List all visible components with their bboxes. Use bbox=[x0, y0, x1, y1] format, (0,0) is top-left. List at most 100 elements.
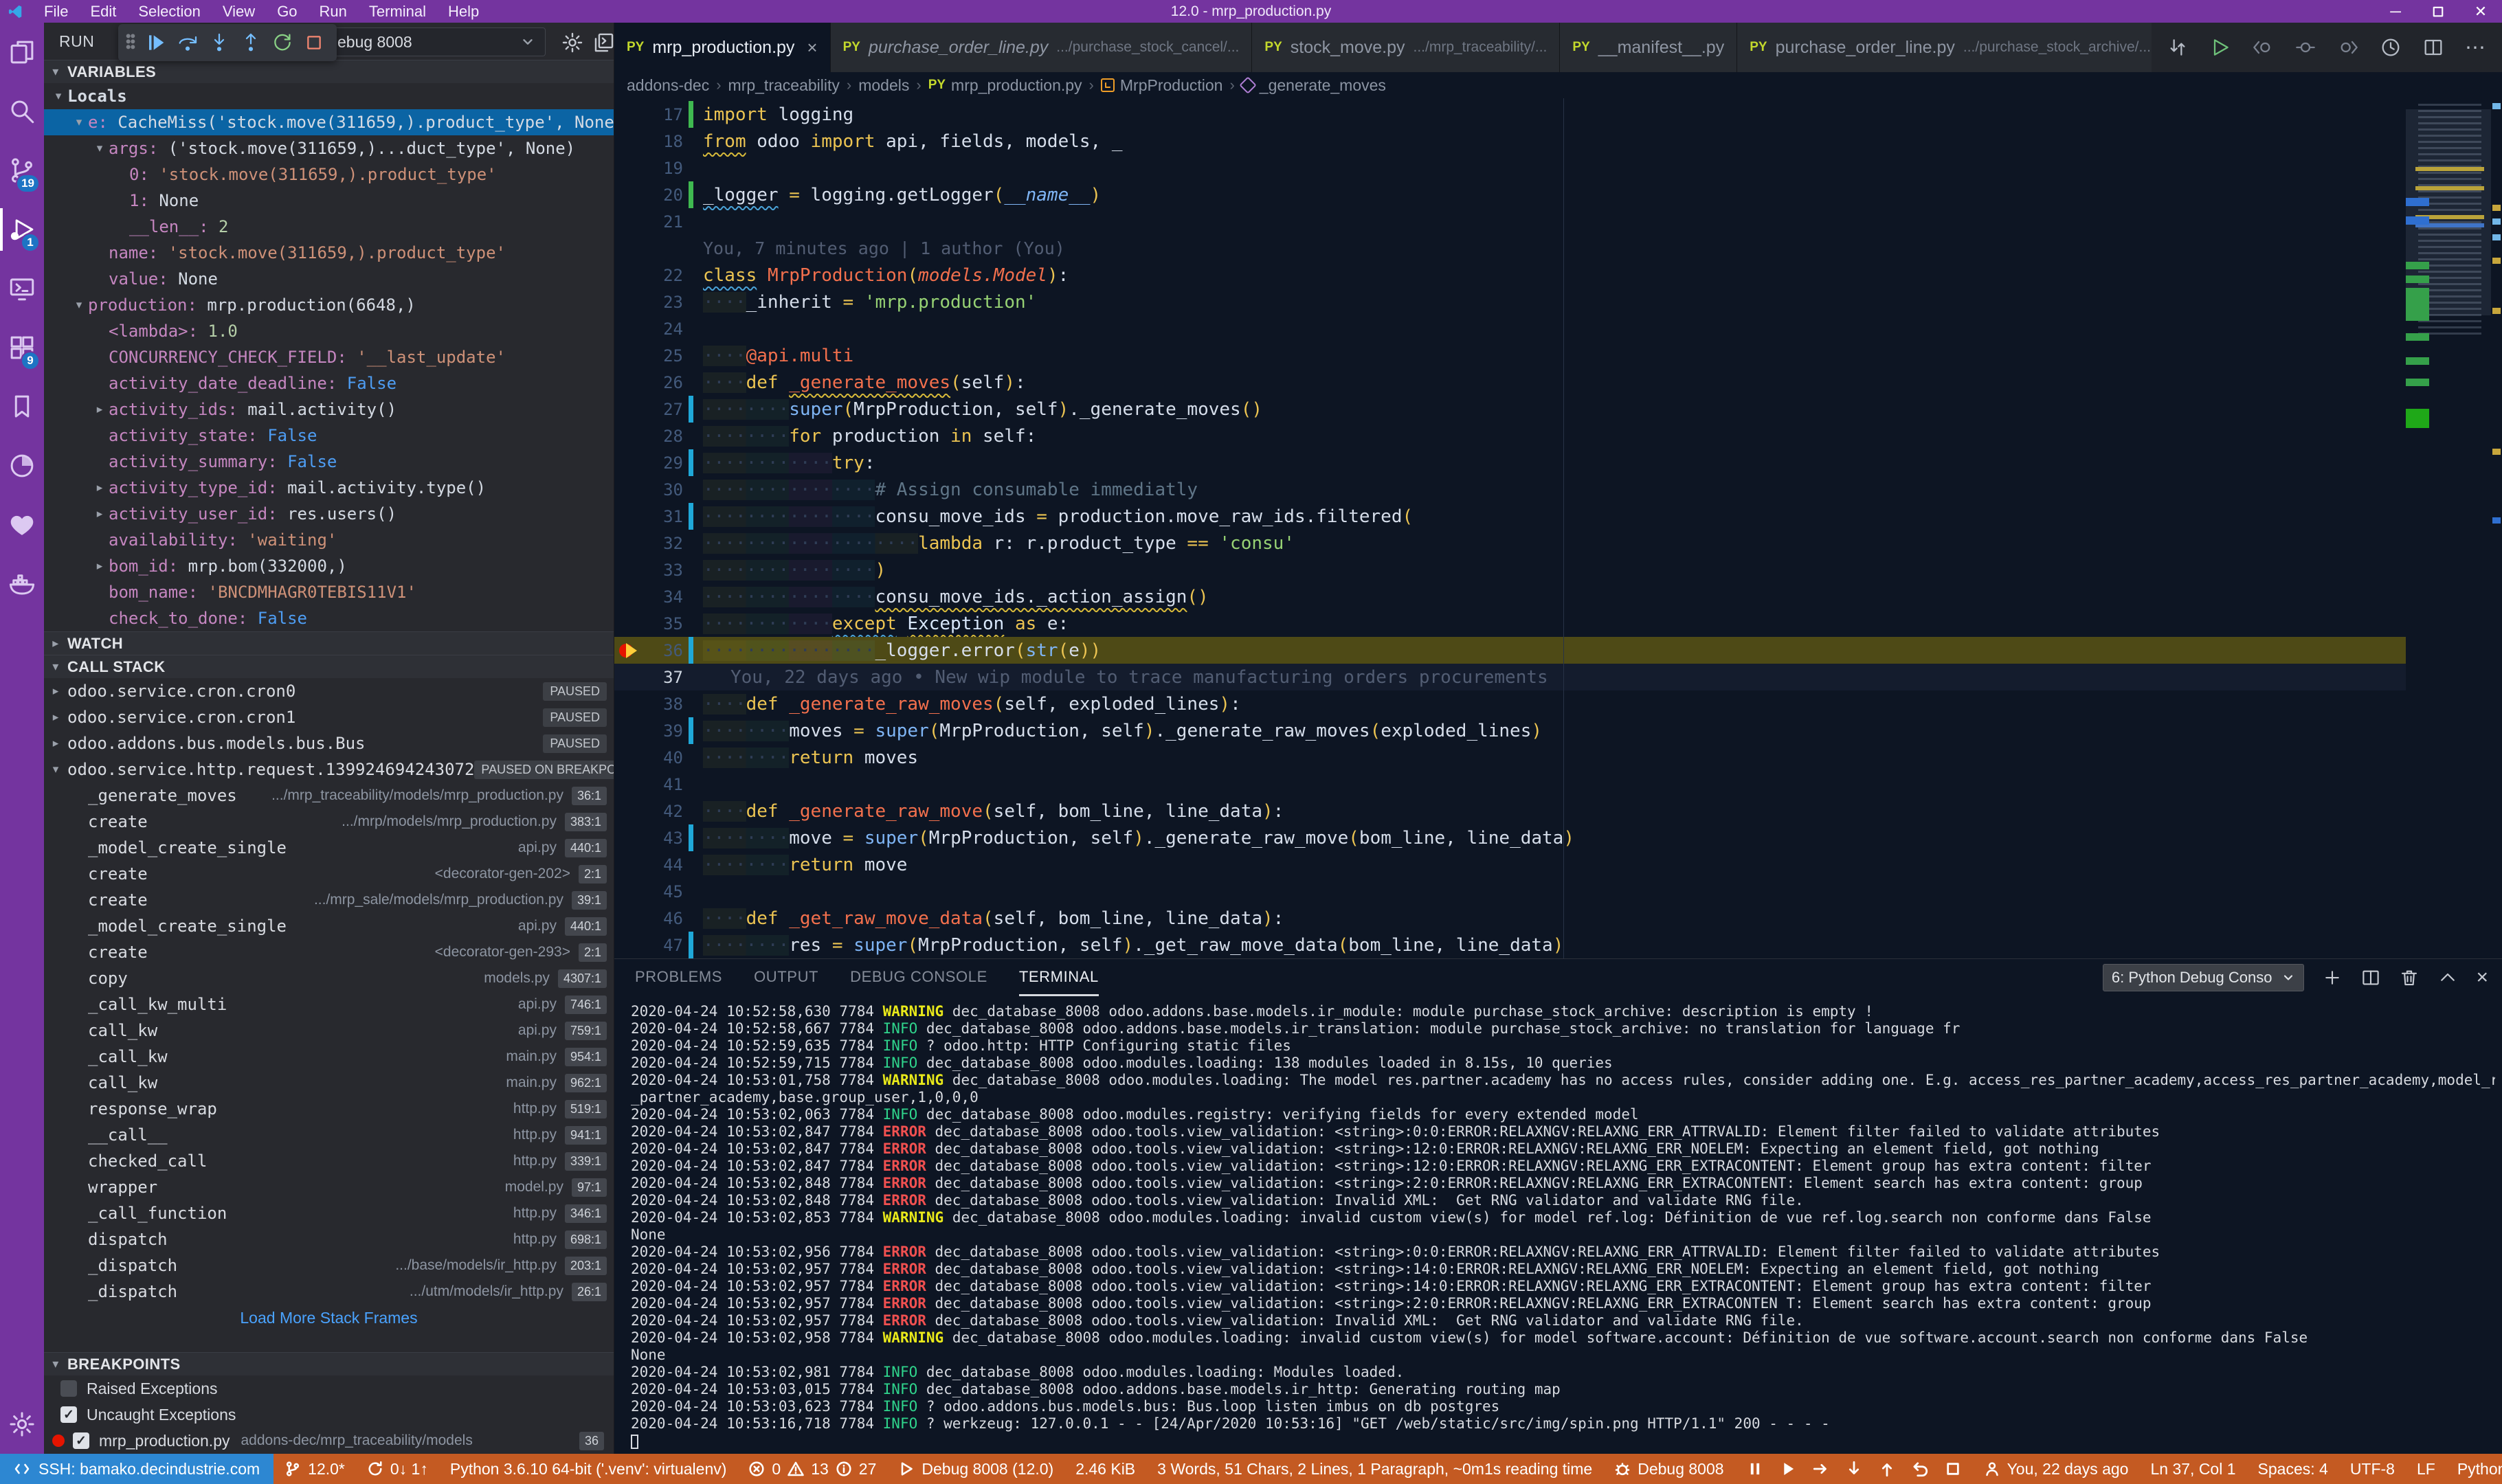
split-terminal-icon[interactable] bbox=[2360, 967, 2381, 988]
minimize-button[interactable]: ─ bbox=[2374, 0, 2417, 23]
breadcrumb-item[interactable]: addons-dec bbox=[627, 76, 709, 95]
word-count-status[interactable]: 3 Words, 51 Chars, 2 Lines, 1 Paragraph,… bbox=[1146, 1454, 1603, 1484]
step-into-button[interactable] bbox=[203, 27, 235, 58]
callstack-frame-row[interactable]: _model_create_singleapi.py440:1 bbox=[44, 835, 614, 861]
eol-status[interactable]: LF bbox=[2406, 1454, 2446, 1484]
editor-tab[interactable]: PYpurchase_order_line.py.../purchase_sto… bbox=[831, 23, 1253, 72]
docker-icon[interactable] bbox=[0, 554, 44, 614]
panel-tab-problems[interactable]: PROBLEMS bbox=[635, 959, 722, 996]
remote-indicator[interactable]: SSH: bamako.decindustrie.com bbox=[0, 1454, 273, 1484]
step-out-button[interactable] bbox=[235, 27, 267, 58]
code-line[interactable]: 39········moves = super(MrpProduction, s… bbox=[614, 717, 2502, 744]
code-line[interactable]: 35············except Exception as e: bbox=[614, 610, 2502, 637]
callstack-frame-row[interactable]: call_kwapi.py759:1 bbox=[44, 1018, 614, 1044]
editor-tab[interactable]: PY__manifest__.py bbox=[1560, 23, 1737, 72]
code-line[interactable]: 20_logger = logging.getLogger(__name__) bbox=[614, 181, 2502, 208]
callstack-frame-row[interactable]: _generate_moves.../mrp_traceability/mode… bbox=[44, 783, 614, 809]
stop-icon[interactable] bbox=[1944, 1460, 1962, 1478]
breakpoint-checkbox[interactable]: ✓ bbox=[73, 1432, 89, 1449]
code-line[interactable]: 30················# Assign consumable im… bbox=[614, 476, 2502, 503]
callstack-thread-row[interactable]: ▸odoo.addons.bus.models.bus.BusPAUSED bbox=[44, 730, 614, 756]
code-line[interactable]: 17import logging bbox=[614, 101, 2502, 128]
variable-row[interactable]: ▸activity_ids: mail.activity() bbox=[44, 396, 614, 423]
code-line[interactable]: 41 bbox=[614, 771, 2502, 798]
code-line[interactable]: 38····def _generate_raw_moves(self, expl… bbox=[614, 690, 2502, 717]
close-panel-icon[interactable]: × bbox=[2476, 967, 2488, 988]
variable-row[interactable]: <lambda>: 1.0 bbox=[44, 318, 614, 344]
panel-tab-output[interactable]: OUTPUT bbox=[754, 959, 818, 996]
editor-tab[interactable]: PYstock_move.py.../mrp_traceability/... bbox=[1252, 23, 1560, 72]
variable-row[interactable]: CONCURRENCY_CHECK_FIELD: '__last_update' bbox=[44, 344, 614, 370]
code-line[interactable]: 21 bbox=[614, 208, 2502, 235]
editor-tab[interactable]: PYpurchase_order_line.py.../purchase_sto… bbox=[1737, 23, 2152, 72]
code-line[interactable]: 47········res = super(MrpProduction, sel… bbox=[614, 932, 2502, 958]
callstack-frame-row[interactable]: _call_functionhttp.py346:1 bbox=[44, 1200, 614, 1226]
source-control-icon[interactable]: 19 bbox=[0, 141, 44, 200]
favorites-icon[interactable] bbox=[0, 495, 44, 554]
breakpoint-gutter[interactable] bbox=[614, 642, 645, 660]
code-line[interactable]: 19 bbox=[614, 155, 2502, 181]
debug-config-status[interactable]: Debug 8008 (12.0) bbox=[887, 1454, 1064, 1484]
open-debug-console-icon[interactable] bbox=[592, 31, 614, 54]
menu-selection[interactable]: Selection bbox=[129, 1, 210, 22]
continue-button[interactable] bbox=[140, 27, 172, 58]
git-branch-status[interactable]: 12.0* bbox=[273, 1454, 356, 1484]
menu-terminal[interactable]: Terminal bbox=[359, 1, 436, 22]
variable-row[interactable]: check_to_done: False bbox=[44, 605, 614, 631]
maximize-button[interactable] bbox=[2417, 0, 2459, 23]
menu-run[interactable]: Run bbox=[310, 1, 357, 22]
code-line[interactable]: 45 bbox=[614, 878, 2502, 905]
terminal-output[interactable]: 2020-04-24 10:52:58,630 7784 WARNING dec… bbox=[631, 1003, 2495, 1450]
load-more-stack-frames-link[interactable]: Load More Stack Frames bbox=[44, 1305, 614, 1331]
git-sync-status[interactable]: 0↓ 1↑ bbox=[356, 1454, 439, 1484]
variable-row[interactable]: ▾e: CacheMiss('stock.move(311659,).produ… bbox=[44, 109, 614, 135]
menu-go[interactable]: Go bbox=[267, 1, 306, 22]
callstack-frame-row[interactable]: copymodels.py4307:1 bbox=[44, 965, 614, 991]
menu-help[interactable]: Help bbox=[438, 1, 489, 22]
compare-changes-icon[interactable] bbox=[2167, 36, 2189, 58]
restart-icon[interactable] bbox=[1911, 1460, 1929, 1478]
callstack-section-header[interactable]: ▾CALL STACK bbox=[44, 655, 614, 678]
settings-gear-icon[interactable] bbox=[0, 1395, 44, 1454]
variable-row[interactable]: ▾Locals bbox=[44, 83, 614, 109]
step-over-icon[interactable] bbox=[1812, 1460, 1830, 1478]
code-line[interactable]: 36················_logger.error(str(e)) bbox=[614, 637, 2502, 664]
code-line[interactable]: 28········for production in self: bbox=[614, 423, 2502, 449]
close-button[interactable]: ✕ bbox=[2459, 0, 2502, 23]
breakpoint-checkbox[interactable] bbox=[60, 1380, 77, 1397]
code-line[interactable]: 33················) bbox=[614, 556, 2502, 583]
callstack-thread-row[interactable]: ▸odoo.service.cron.cron1PAUSED bbox=[44, 704, 614, 730]
minimap[interactable] bbox=[2406, 98, 2502, 958]
callstack-frame-row[interactable]: _dispatch.../utm/models/ir_http.py26:1 bbox=[44, 1279, 614, 1305]
search-icon[interactable] bbox=[0, 82, 44, 141]
code-line[interactable]: 29············try: bbox=[614, 449, 2502, 476]
restart-button[interactable] bbox=[267, 27, 298, 58]
code-line[interactable]: 27········super(MrpProduction, self)._ge… bbox=[614, 396, 2502, 423]
step-over-button[interactable] bbox=[172, 27, 203, 58]
variable-row[interactable]: 0: 'stock.move(311659,).product_type' bbox=[44, 161, 614, 188]
remote-explorer-icon[interactable] bbox=[0, 259, 44, 318]
step-out-icon[interactable] bbox=[1878, 1460, 1896, 1478]
run-file-icon[interactable] bbox=[2209, 36, 2231, 58]
callstack-frame-row[interactable]: wrappermodel.py97:1 bbox=[44, 1174, 614, 1200]
variables-section-header[interactable]: ▾VARIABLES bbox=[44, 60, 614, 83]
editor-tab[interactable]: PYmrp_production.py× bbox=[614, 23, 831, 72]
panel-tab-debug-console[interactable]: DEBUG CONSOLE bbox=[850, 959, 987, 996]
panel-tab-terminal[interactable]: TERMINAL bbox=[1019, 959, 1099, 996]
extensions-icon[interactable]: 9 bbox=[0, 318, 44, 377]
code-editor[interactable]: 17import logging18from odoo import api, … bbox=[614, 98, 2502, 958]
continue-icon[interactable] bbox=[1779, 1460, 1797, 1478]
variable-row[interactable]: ▾production: mrp.production(6648,) bbox=[44, 292, 614, 318]
code-line[interactable]: 40········return moves bbox=[614, 744, 2502, 771]
code-line[interactable]: 34················consu_move_ids._action… bbox=[614, 583, 2502, 610]
variable-row[interactable]: ▸activity_type_id: mail.activity.type() bbox=[44, 475, 614, 501]
menu-view[interactable]: View bbox=[213, 1, 265, 22]
callstack-frame-row[interactable]: _call_kw_multiapi.py746:1 bbox=[44, 991, 614, 1018]
drag-handle-icon[interactable] bbox=[125, 32, 136, 53]
debug-config-dropdown[interactable]: ebug 8008 bbox=[327, 27, 546, 56]
pause-icon[interactable] bbox=[1746, 1460, 1764, 1478]
menu-file[interactable]: File bbox=[34, 1, 78, 22]
breakpoint-row[interactable]: Raised Exceptions bbox=[44, 1375, 614, 1402]
callstack-frame-row[interactable]: create<decorator-gen-202>2:1 bbox=[44, 861, 614, 887]
breadcrumb-item[interactable]: models bbox=[858, 76, 909, 95]
